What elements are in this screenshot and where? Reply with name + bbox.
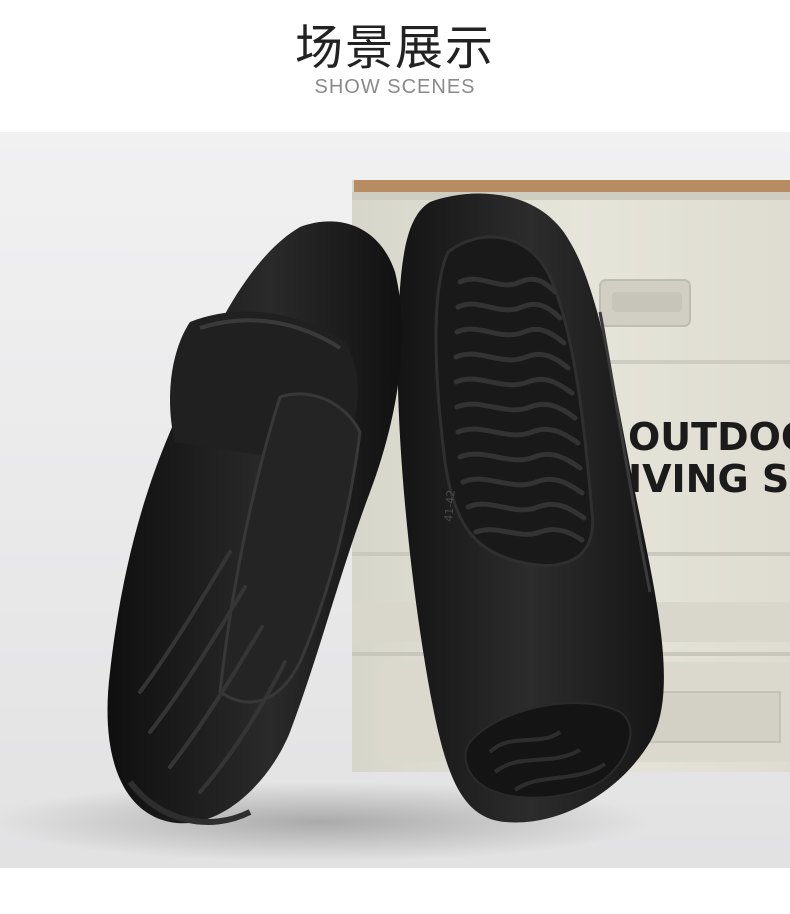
scene-photo: OUTDOO IVING S: [0, 132, 790, 868]
section-header: 场景展示 SHOW SCENES: [0, 0, 790, 132]
box-lid-trim: [354, 180, 790, 192]
section-subtitle: SHOW SCENES: [314, 76, 476, 98]
box-label-line1: OUTDOO: [628, 415, 790, 459]
size-marking: 41-42: [442, 489, 458, 522]
product-page: 场景展示 SHOW SCENES OUTDO IVING S 41-42: [0, 0, 790, 914]
box-label-line2: IVING S: [628, 457, 789, 501]
section-title: 场景展示: [294, 20, 495, 76]
